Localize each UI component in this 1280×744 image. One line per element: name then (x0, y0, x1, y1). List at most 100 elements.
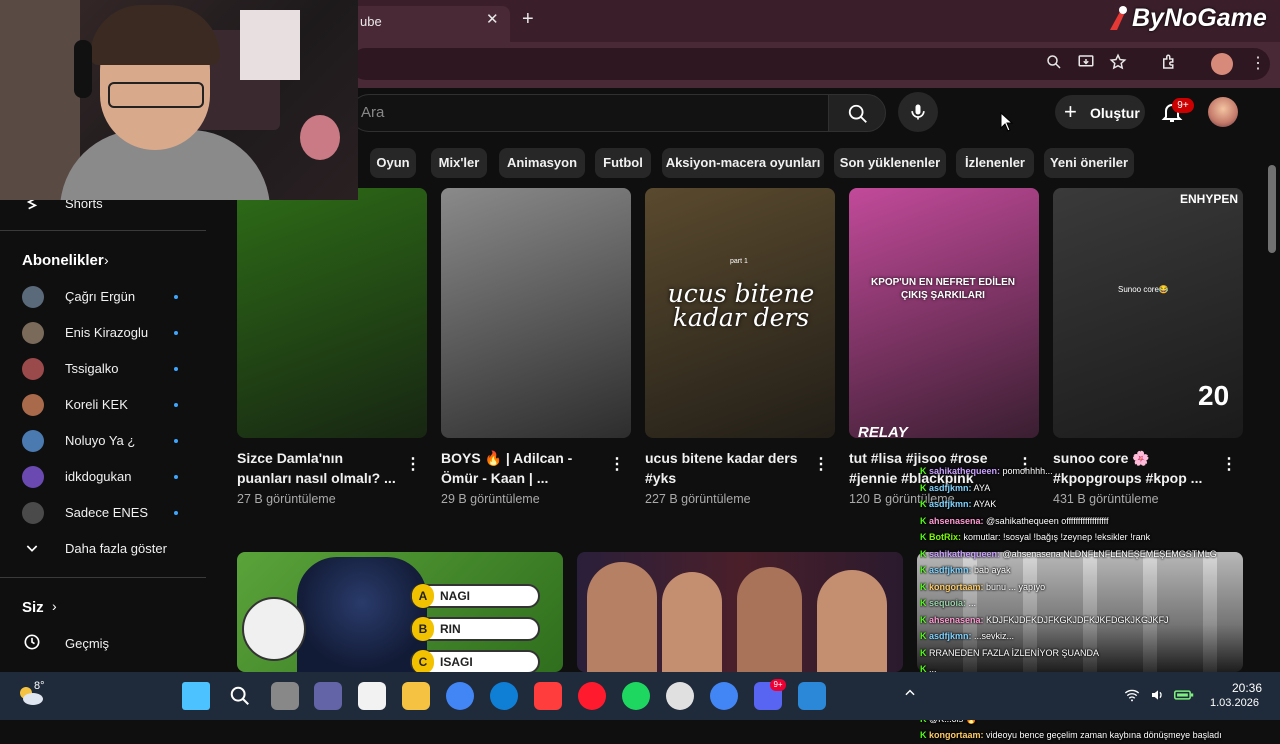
edge-icon[interactable] (490, 682, 518, 710)
taskbar-search-glyph-icon (229, 685, 251, 712)
new-content-dot (174, 403, 178, 407)
sidebar-subscription-item[interactable]: Sadece ENES (0, 495, 206, 531)
channel-name: Tssigalko (65, 361, 119, 376)
battery-icon[interactable] (1174, 688, 1194, 707)
store-icon[interactable] (358, 682, 386, 710)
chat-message: K ahsenasena: @sahikathequeen offfffffff… (920, 513, 1250, 530)
chip-2[interactable]: Animasyon (499, 148, 585, 178)
video-thumbnail[interactable] (441, 188, 631, 438)
video-more-options-icon[interactable]: ⋮ (813, 454, 829, 474)
chip-5[interactable]: Son yüklenenler (834, 148, 946, 178)
chip-3[interactable]: Futbol (595, 148, 651, 178)
sidebar-subscription-item[interactable]: Enis Kirazoglu (0, 315, 206, 351)
clock-time[interactable]: 20:36 (1232, 681, 1262, 695)
remote-desktop-icon[interactable] (798, 682, 826, 710)
sidebar-subscription-item[interactable]: Çağrı Ergün (0, 279, 206, 315)
file-explorer-icon[interactable] (402, 682, 430, 710)
browser-menu-icon[interactable]: ⋮ (1247, 53, 1269, 75)
video-thumbnail[interactable] (849, 188, 1039, 438)
kick-badge-icon: K (920, 548, 929, 559)
profile-avatar-icon[interactable] (1211, 53, 1233, 75)
omnibox[interactable] (350, 48, 1270, 80)
kick-badge-icon: K (920, 598, 929, 608)
chip-0[interactable]: Oyun (370, 148, 416, 178)
chat-username: kongortaam: (929, 730, 984, 740)
chat-text: pomohhhh... (1002, 466, 1053, 476)
zoom-icon[interactable] (1043, 53, 1065, 75)
video-thumbnail[interactable] (237, 188, 427, 438)
video-title[interactable]: Sizce Damla'nın puanları nasıl olmalı? .… (237, 448, 397, 488)
search-icon (848, 104, 867, 123)
chat-username: ahsenasena: (929, 614, 984, 625)
extensions-icon[interactable] (1158, 53, 1180, 75)
brand-logo-icon (1102, 4, 1132, 34)
chip-6[interactable]: İzlenenler (956, 148, 1034, 178)
tab-title: ube (360, 14, 382, 29)
thumb-overlay-text: KPOP'UN EN NEFRET EDİLEN ÇIKIŞ ŞARKILARI (870, 277, 1016, 301)
voice-search-button[interactable] (898, 92, 938, 132)
plus-icon: + (1064, 99, 1077, 124)
chat-username: ahsenasena: (929, 515, 984, 526)
chat-text: @ahsenasena NLDNFLNFLENEŞEMEŞEMGSTMLG (1002, 548, 1217, 559)
sidebar-subscription-item[interactable]: Noluyo Ya ¿ (0, 423, 206, 459)
new-tab-button[interactable]: + (522, 8, 534, 31)
quiz-option-text: NAGI (440, 589, 470, 603)
chat-username: kongortaam: (929, 581, 984, 592)
discord-badge: 9+ (770, 679, 786, 691)
clock-date[interactable]: 1.03.2026 (1210, 697, 1259, 709)
scrollbar-thumb[interactable] (1268, 165, 1276, 253)
channel-avatar (22, 430, 44, 452)
thumb-overlay-text: ENHYPEN (1180, 192, 1239, 206)
wifi-icon[interactable] (1124, 688, 1140, 707)
account-avatar[interactable] (1208, 97, 1238, 127)
chat-text: RRANEDEN FAZLA İZLENİYOR ŞUANDA (929, 647, 1100, 658)
sidebar-subscription-item[interactable]: idkdogukan (0, 459, 206, 495)
subscriptions-heading[interactable]: Abonelikler (22, 252, 104, 269)
sidebar-item-history[interactable]: Geçmiş (65, 636, 109, 651)
obs-icon[interactable] (666, 682, 694, 710)
chevron-up-icon[interactable] (903, 686, 917, 703)
sidebar-subscription-item[interactable]: Tssigalko (0, 351, 206, 387)
youtube-music-icon[interactable] (534, 682, 562, 710)
install-app-icon[interactable] (1075, 53, 1097, 75)
channel-avatar (22, 502, 44, 524)
video-thumbnail-group[interactable] (577, 552, 903, 672)
thumb-overlay-subtext: part 1 (730, 258, 748, 265)
chip-7[interactable]: Yeni öneriler (1044, 148, 1134, 178)
chevron-right-icon[interactable]: › (52, 598, 57, 614)
chat-text: @sahikathequeen offffffffffffffffff (986, 515, 1109, 526)
chrome-icon[interactable] (446, 682, 474, 710)
you-heading[interactable]: Siz (22, 599, 44, 616)
channel-avatar (22, 466, 44, 488)
tab-close-button[interactable]: ✕ (486, 10, 499, 28)
video-more-options-icon[interactable]: ⋮ (405, 454, 421, 474)
windows-start-icon[interactable] (182, 682, 210, 710)
thumb-overlay-footer: RELAY (858, 424, 908, 441)
task-view-icon[interactable] (271, 682, 299, 710)
teams-icon[interactable] (314, 682, 342, 710)
search-input[interactable] (350, 94, 828, 132)
opera-icon[interactable] (578, 682, 606, 710)
webcam-overlay (0, 0, 358, 200)
chat-text: KDJFKJDFKDJFKGKJDFKJKFDGKJKGJKFJ (986, 614, 1169, 625)
video-title[interactable]: ucus bitene kadar ders #yks (645, 448, 805, 488)
chip-4[interactable]: Aksiyon-macera oyunları (662, 148, 824, 178)
chevron-down-icon (24, 540, 40, 561)
search-button[interactable] (828, 94, 886, 132)
sidebar-subscription-item[interactable]: Koreli KEK (0, 387, 206, 423)
chat-text: AYAK (973, 499, 997, 509)
chip-1[interactable]: Mix'ler (431, 148, 487, 178)
chevron-right-icon[interactable]: › (104, 252, 109, 268)
weather-temperature: 8° (34, 680, 45, 692)
chrome-profile-icon[interactable] (710, 682, 738, 710)
kick-badge-icon: K (920, 581, 929, 592)
spotify-icon[interactable] (622, 682, 650, 710)
microphone-icon (911, 104, 925, 120)
video-more-options-icon[interactable]: ⋮ (609, 454, 625, 474)
volume-icon[interactable] (1150, 688, 1166, 707)
video-title[interactable]: BOYS 🔥 | Adilcan - Ömür - Kaan | ... (441, 448, 601, 488)
chat-text: AYA (973, 482, 991, 493)
bookmark-star-icon[interactable] (1107, 53, 1129, 75)
show-more-button[interactable]: Daha fazla göster (65, 541, 167, 556)
channel-name: idkdogukan (65, 469, 132, 484)
